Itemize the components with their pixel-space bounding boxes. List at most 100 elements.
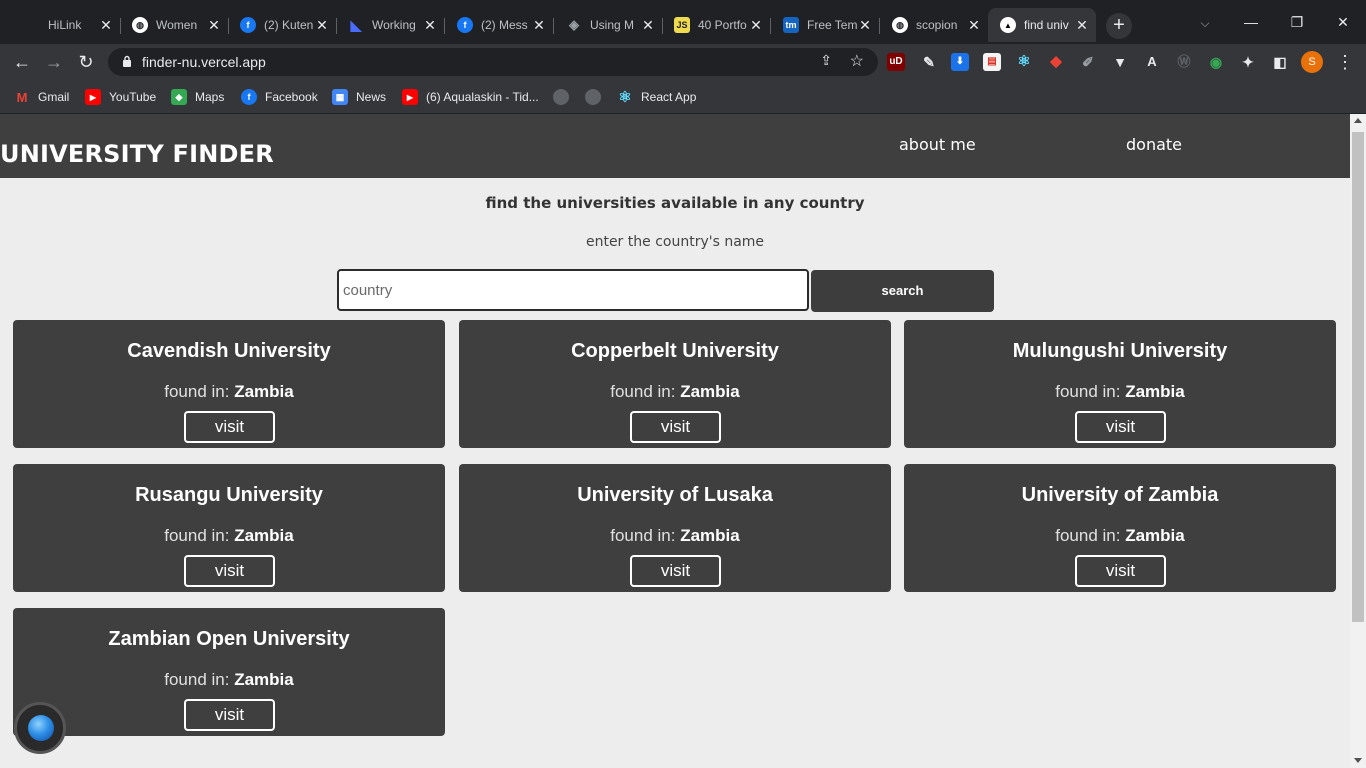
font-extension-icon[interactable]: A bbox=[1143, 53, 1161, 71]
bookmark-star-icon[interactable]: ☆ bbox=[850, 51, 864, 71]
page-headline: find the universities available in any c… bbox=[485, 194, 865, 212]
close-icon[interactable]: ✕ bbox=[531, 17, 547, 33]
maps-icon: ◆ bbox=[171, 89, 187, 105]
pen-extension-icon-2[interactable]: ✐ bbox=[1079, 53, 1097, 71]
country-search-input[interactable] bbox=[337, 269, 809, 311]
bookmark-react-app[interactable]: ⚛ React App bbox=[617, 88, 696, 106]
download-extension-icon[interactable]: ⬇ bbox=[951, 53, 969, 71]
bookmark-label: YouTube bbox=[109, 90, 157, 104]
react-devtools-icon[interactable]: ⚛ bbox=[1015, 53, 1033, 71]
minimize-icon[interactable]: — bbox=[1228, 0, 1274, 44]
site-logo[interactable]: UNIVERSITY FINDER bbox=[0, 140, 274, 168]
bookmark-facebook[interactable]: f Facebook bbox=[241, 88, 318, 106]
country-name: Zambia bbox=[680, 382, 740, 401]
tab-working[interactable]: ◣ Working ✕ bbox=[336, 8, 445, 42]
youtube-icon: ▶ bbox=[85, 89, 101, 105]
tab-search-icon[interactable]: ⌵ bbox=[1194, 12, 1216, 34]
arrow-logo-icon: ◣ bbox=[350, 16, 362, 33]
country-name: Zambia bbox=[234, 526, 294, 545]
tab-women[interactable]: ◍ Women ✕ bbox=[120, 8, 229, 42]
share-icon[interactable]: ⇪ bbox=[820, 52, 832, 69]
colorful-extension-icon[interactable]: ◆ bbox=[1047, 53, 1065, 71]
scroll-down-icon[interactable] bbox=[1354, 758, 1362, 763]
blank-icon bbox=[24, 17, 40, 33]
bookmark-maps[interactable]: ◆ Maps bbox=[171, 88, 224, 106]
bookmark-news[interactable]: ▦ News bbox=[332, 88, 386, 106]
bookmark-label: React App bbox=[641, 90, 697, 104]
close-icon[interactable]: ✕ bbox=[206, 17, 222, 33]
floating-assistant-button[interactable] bbox=[14, 702, 66, 754]
visit-button[interactable]: visit bbox=[630, 411, 721, 443]
bookmark-globe-2[interactable] bbox=[585, 88, 609, 106]
site-header: UNIVERSITY FINDER about me donate bbox=[0, 114, 1350, 178]
globe-icon: ◍ bbox=[892, 17, 908, 33]
lock-icon bbox=[123, 55, 131, 67]
globe-icon bbox=[585, 89, 601, 105]
tab-scopion[interactable]: ◍ scopion ✕ bbox=[880, 8, 988, 42]
tab-hilink[interactable]: HiLink ✕ bbox=[12, 8, 121, 42]
tm-icon: tm bbox=[783, 17, 799, 33]
tab-title: HiLink bbox=[48, 18, 82, 32]
address-bar[interactable]: finder-nu.vercel.app ⇪ ☆ bbox=[108, 48, 878, 76]
nav-about-me[interactable]: about me bbox=[899, 135, 976, 154]
close-icon[interactable]: ✕ bbox=[1074, 17, 1090, 33]
tab-facebook-messages[interactable]: f (2) Mess ✕ bbox=[445, 8, 554, 42]
window-close-icon[interactable]: ✕ bbox=[1320, 0, 1366, 44]
visit-button[interactable]: visit bbox=[184, 699, 275, 731]
university-name: University of Zambia bbox=[1021, 484, 1219, 506]
tab-title: (2) Mess bbox=[481, 18, 528, 32]
extensions-puzzle-icon[interactable]: ✦ bbox=[1239, 53, 1257, 71]
tab-title: 40 Portfo bbox=[698, 18, 747, 32]
tab-using[interactable]: ◈ Using M ✕ bbox=[554, 8, 663, 42]
found-in-text: found in: Zambia bbox=[164, 382, 294, 401]
ublock-icon[interactable]: uD bbox=[887, 53, 905, 71]
visit-button[interactable]: visit bbox=[184, 411, 275, 443]
vue-devtools-icon[interactable]: ▼ bbox=[1111, 53, 1129, 71]
restore-icon[interactable]: ❐ bbox=[1274, 0, 1320, 44]
found-in-text: found in: Zambia bbox=[1055, 382, 1185, 401]
eye-extension-icon[interactable]: ◉ bbox=[1207, 53, 1225, 71]
tab-free-templates[interactable]: tm Free Tem ✕ bbox=[771, 8, 880, 42]
scroll-up-icon[interactable] bbox=[1354, 118, 1362, 123]
university-card: University of Zambia found in: Zambia vi… bbox=[904, 464, 1336, 592]
page-scrollbar[interactable] bbox=[1350, 114, 1366, 768]
visit-button[interactable]: visit bbox=[1075, 411, 1166, 443]
tab-find-universities[interactable]: ▲ find univ ✕ bbox=[988, 8, 1096, 42]
facebook-icon: f bbox=[240, 17, 256, 33]
search-button[interactable]: search bbox=[811, 270, 994, 312]
university-name: Copperbelt University bbox=[571, 340, 779, 362]
close-icon[interactable]: ✕ bbox=[857, 17, 873, 33]
visit-button[interactable]: visit bbox=[1075, 555, 1166, 587]
bookmark-label: Gmail bbox=[38, 90, 70, 104]
notes-extension-icon[interactable]: ▤ bbox=[983, 53, 1001, 71]
bookmark-aqualaskin[interactable]: ▶ (6) Aqualaskin - Tid... bbox=[402, 88, 539, 106]
university-name: Cavendish University bbox=[127, 340, 331, 362]
forward-icon[interactable]: → bbox=[42, 50, 66, 74]
nav-donate[interactable]: donate bbox=[1126, 135, 1182, 154]
side-panel-icon[interactable]: ◧ bbox=[1271, 53, 1289, 71]
new-tab-button[interactable]: + bbox=[1106, 13, 1132, 39]
close-icon[interactable]: ✕ bbox=[314, 17, 330, 33]
bookmark-gmail[interactable]: M Gmail bbox=[14, 88, 70, 106]
bookmark-youtube[interactable]: ▶ YouTube bbox=[85, 88, 156, 106]
bookmark-globe-1[interactable] bbox=[553, 88, 577, 106]
visit-button[interactable]: visit bbox=[184, 555, 275, 587]
menu-kebab-icon[interactable]: ⋮ bbox=[1336, 51, 1354, 73]
tab-title: Free Tem bbox=[807, 18, 858, 32]
wordpress-extension-icon[interactable]: Ⓦ bbox=[1175, 53, 1193, 71]
profile-avatar[interactable]: S bbox=[1301, 51, 1323, 73]
pen-extension-icon[interactable]: ✎ bbox=[920, 53, 938, 71]
close-icon[interactable]: ✕ bbox=[748, 17, 764, 33]
close-icon[interactable]: ✕ bbox=[640, 17, 656, 33]
tab-facebook-kuten[interactable]: f (2) Kuten ✕ bbox=[228, 8, 337, 42]
scrollbar-thumb[interactable] bbox=[1352, 132, 1364, 622]
close-icon[interactable]: ✕ bbox=[98, 17, 114, 33]
back-icon[interactable]: ← bbox=[10, 50, 34, 74]
tab-portfolio[interactable]: JS 40 Portfo ✕ bbox=[662, 8, 771, 42]
close-icon[interactable]: ✕ bbox=[966, 17, 982, 33]
js-icon: JS bbox=[674, 17, 690, 33]
facebook-icon: f bbox=[457, 17, 473, 33]
visit-button[interactable]: visit bbox=[630, 555, 721, 587]
close-icon[interactable]: ✕ bbox=[422, 17, 438, 33]
reload-icon[interactable]: ↻ bbox=[74, 50, 98, 74]
